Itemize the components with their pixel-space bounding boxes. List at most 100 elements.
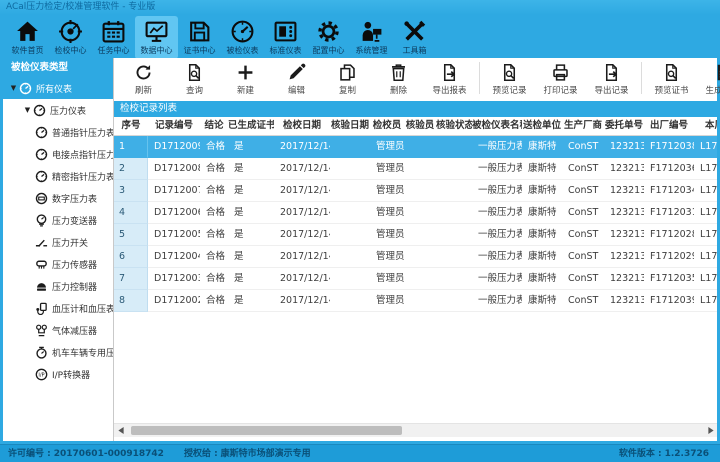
table-row[interactable]: 4D1712006合格是2017/12/14管理员一般压力表康斯特ConST12… (114, 202, 717, 224)
main-toolbar-item[interactable]: 被检仪表 (221, 16, 264, 59)
column-header[interactable]: 检校员 (370, 117, 404, 135)
table-row[interactable]: 6D1712004合格是2017/12/14管理员一般压力表康斯特ConST12… (114, 246, 717, 268)
column-header[interactable]: 核验员 (404, 117, 436, 135)
table-cell: 1 (114, 136, 148, 158)
table-cell (330, 180, 370, 201)
action-button[interactable]: 预览证书 (646, 59, 697, 101)
column-header[interactable]: 结论 (200, 117, 228, 135)
horizontal-scrollbar[interactable] (114, 423, 717, 437)
table-cell: ConST (562, 268, 604, 289)
license-label: 许可编号 : (8, 449, 51, 459)
main-toolbar-item-label: 数据中心 (141, 45, 173, 56)
table-cell: 2017/12/14 (274, 202, 330, 223)
action-button[interactable]: 导出记录 (586, 59, 637, 101)
sidebar-tree-item[interactable]: ▼ 所有仪表 (3, 77, 113, 99)
action-button[interactable]: 复制 (322, 59, 373, 101)
sidebar-tree-item-label: 精密指针压力表 (52, 170, 113, 183)
search-doc-icon (662, 63, 681, 82)
table-row[interactable]: 3D1712007合格是2017/12/14管理员一般压力表康斯特ConST12… (114, 180, 717, 202)
action-button[interactable]: 编辑 (271, 59, 322, 101)
table-cell: 合格 (200, 268, 228, 289)
action-button[interactable]: 查询 (169, 59, 220, 101)
records-grid-body: 1D1712009合格是2017/12/14管理员一般压力表康斯特ConST12… (114, 136, 717, 312)
chevron-down-icon[interactable]: ▼ (9, 84, 18, 92)
license-info: 许可编号 :20170601-000918742授权给 :康斯特市场部演示专用 (8, 445, 314, 462)
table-row[interactable]: 5D1712005合格是2017/12/14管理员一般压力表康斯特ConST12… (114, 224, 717, 246)
sidebar-tree-item[interactable]: I/PI/P转换器 (3, 363, 113, 385)
sidebar-tree-item[interactable]: 机车车辆专用压力表 (3, 341, 113, 363)
table-cell: 6 (114, 246, 148, 268)
table-row[interactable]: 1D1712009合格是2017/12/14管理员一般压力表康斯特ConST12… (114, 136, 717, 158)
main-toolbar-item[interactable]: 标准仪表 (264, 16, 307, 59)
action-button-label: 刷新 (135, 84, 152, 96)
action-button[interactable]: 预览记录 (484, 59, 535, 101)
table-cell: 123213 (604, 246, 644, 267)
table-row[interactable]: 7D1712003合格是2017/12/14管理员一般压力表康斯特ConST12… (114, 268, 717, 290)
scrollbar-thumb[interactable] (131, 426, 402, 435)
table-cell: 123213 (604, 202, 644, 223)
table-cell (330, 224, 370, 245)
table-row[interactable]: 2D1712008合格是2017/12/14管理员一般压力表康斯特ConST12… (114, 158, 717, 180)
main-toolbar-item[interactable]: 工具箱 (393, 16, 436, 59)
table-cell: F1712038 (644, 136, 694, 157)
column-header[interactable]: 生产厂商 (562, 117, 604, 135)
sidebar-tree-item[interactable]: 普通指针压力表 (3, 121, 113, 143)
sidebar-tree-item-label: 压力控制器 (52, 280, 97, 293)
table-cell: 康斯特 (522, 224, 562, 245)
sidebar-tree-item[interactable]: 气体减压器 (3, 319, 113, 341)
main-panel: 刷新查询新建编辑复制删除导出报表预览记录打印记录导出记录预览证书生成证书开始检校… (114, 58, 717, 441)
sidebar-tree-item[interactable]: 压力传感器 (3, 253, 113, 275)
action-button[interactable]: 生成证书 (697, 59, 720, 101)
action-button[interactable]: 导出报表 (424, 59, 475, 101)
main-toolbar-item-label: 标准仪表 (270, 45, 302, 56)
table-row[interactable]: 8D1712002合格是2017/12/14管理员一般压力表康斯特ConST12… (114, 290, 717, 312)
table-cell (436, 202, 472, 223)
action-button[interactable]: 刷新 (118, 59, 169, 101)
table-cell: 一般压力表 (472, 268, 522, 289)
printer-icon (551, 63, 570, 82)
action-button[interactable]: 删除 (373, 59, 424, 101)
action-button[interactable]: 打印记录 (535, 59, 586, 101)
chevron-down-icon[interactable]: ▼ (23, 106, 32, 114)
main-toolbar-item-label: 配置中心 (313, 45, 345, 56)
column-header[interactable]: 序号 (114, 117, 148, 135)
sidebar-tree-item[interactable]: 压力开关 (3, 231, 113, 253)
table-cell: D1712005 (148, 224, 200, 245)
table-cell: 一般压力表 (472, 224, 522, 245)
main-toolbar-item[interactable]: 证书中心 (178, 16, 221, 59)
column-header[interactable]: 本厂编号 (694, 117, 717, 135)
sidebar-tree-item-label: 所有仪表 (36, 82, 72, 95)
column-header[interactable]: 出厂编号 (644, 117, 694, 135)
main-toolbar-item[interactable]: 配置中心 (307, 16, 350, 59)
table-cell (404, 246, 436, 267)
sidebar-tree-item[interactable]: 电接点指针压力表 (3, 143, 113, 165)
main-toolbar-item[interactable]: 系统管理 (350, 16, 393, 59)
sidebar-tree-item[interactable]: 精密指针压力表 (3, 165, 113, 187)
column-header[interactable]: 送检单位 (522, 117, 562, 135)
main-toolbar-item[interactable]: 数据中心 (135, 16, 178, 59)
table-cell (330, 246, 370, 267)
main-toolbar-item[interactable]: 任务中心 (92, 16, 135, 59)
scroll-left-arrow-icon[interactable] (114, 424, 127, 437)
sidebar-tree-item[interactable]: 压力变送器 (3, 209, 113, 231)
sidebar-tree-item[interactable]: 数字压力表 (3, 187, 113, 209)
main-toolbar-item[interactable]: 软件首页 (6, 16, 49, 59)
column-header[interactable]: 检校日期 (274, 117, 330, 135)
sidebar-tree-item[interactable]: 血压计和血压表 (3, 297, 113, 319)
column-header[interactable]: 记录编号 (148, 117, 200, 135)
scroll-right-arrow-icon[interactable] (704, 424, 717, 437)
sidebar-tree-item[interactable]: ▼压力仪表 (3, 99, 113, 121)
sidebar-tree-item[interactable]: 压力控制器 (3, 275, 113, 297)
sidebar-tree-item-label: 血压计和血压表 (52, 302, 113, 315)
main-toolbar-item[interactable]: 检校中心 (49, 16, 92, 59)
column-header[interactable]: 核验状态 (436, 117, 472, 135)
table-cell: 是 (228, 290, 274, 311)
table-cell: 一般压力表 (472, 136, 522, 157)
sidebar-tree-item-label: 压力变送器 (52, 214, 97, 227)
column-header[interactable]: 已生成证书 (228, 117, 274, 135)
column-header[interactable]: 被检仪表名称 (472, 117, 522, 135)
action-button[interactable]: 新建 (220, 59, 271, 101)
column-header[interactable]: 核验日期 (330, 117, 370, 135)
column-header[interactable]: 委托单号 (604, 117, 644, 135)
table-cell: F1712039 (644, 290, 694, 311)
